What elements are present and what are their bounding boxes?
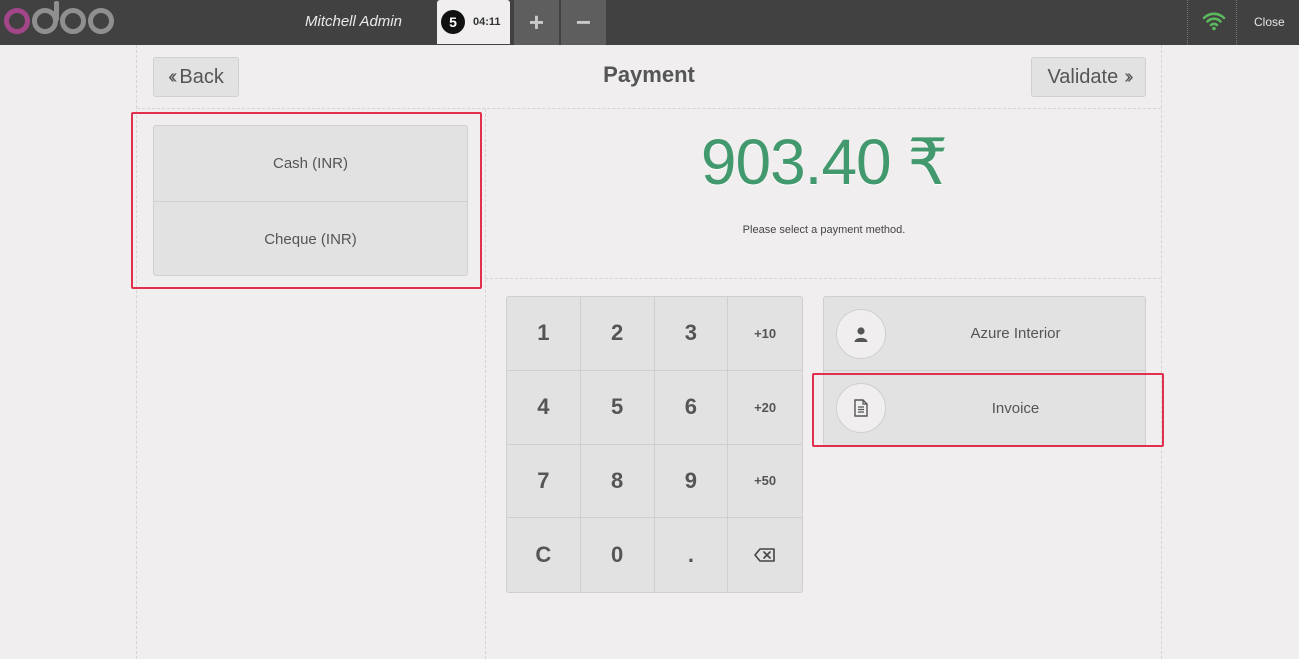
- numpad-key-0[interactable]: 0: [581, 518, 655, 592]
- numpad-key-plus-50[interactable]: +50: [728, 445, 802, 519]
- numpad-key-6[interactable]: 6: [654, 370, 729, 445]
- delete-order-button[interactable]: −: [561, 0, 606, 45]
- validate-button-label: Validate: [1047, 65, 1119, 88]
- order-time: 04:11: [473, 16, 501, 28]
- numpad: 1 2 3 +10 4 5 6 +20 7 8 9 +50 C 0 .: [506, 296, 803, 593]
- numpad-key-7[interactable]: 7: [507, 444, 581, 519]
- status-divider: [1187, 0, 1188, 45]
- order-sequence-badge: 5: [441, 10, 465, 34]
- odoo-logo: [4, 1, 116, 37]
- order-tab[interactable]: 5 04:11: [437, 0, 510, 44]
- user-icon: [836, 309, 886, 359]
- numpad-key-backspace[interactable]: [728, 518, 802, 592]
- close-button[interactable]: Close: [1254, 15, 1285, 29]
- highlight-box: [131, 112, 482, 289]
- numpad-key-plus-10[interactable]: +10: [728, 297, 802, 371]
- customer-name: Azure Interior: [970, 325, 1061, 342]
- double-chevron-right-icon: ››: [1124, 65, 1134, 88]
- numpad-key-clear[interactable]: C: [507, 518, 581, 592]
- numpad-key-1[interactable]: 1: [507, 297, 581, 371]
- total-due-amount: 903.40 ₹: [700, 126, 948, 198]
- status-divider: [1236, 0, 1237, 45]
- numpad-key-plus-20[interactable]: +20: [728, 371, 802, 445]
- highlight-box: [812, 373, 1164, 447]
- numpad-key-9[interactable]: 9: [654, 444, 729, 519]
- customer-button[interactable]: Azure Interior: [823, 296, 1146, 371]
- numpad-key-2[interactable]: 2: [580, 297, 655, 371]
- backspace-icon: [754, 548, 775, 562]
- numpad-key-3[interactable]: 3: [654, 297, 729, 371]
- numpad-key-8[interactable]: 8: [580, 444, 655, 519]
- wifi-icon[interactable]: [1202, 10, 1226, 32]
- cashier-name[interactable]: Mitchell Admin: [305, 13, 402, 30]
- numpad-key-decimal[interactable]: .: [655, 518, 729, 592]
- validate-button[interactable]: Validate ››: [1031, 57, 1146, 97]
- pos-topbar: Mitchell Admin 5 04:11 + − Close: [0, 0, 1299, 45]
- payment-help-text: Please select a payment method.: [742, 224, 906, 236]
- numpad-key-5[interactable]: 5: [580, 370, 655, 445]
- page-title: Payment: [603, 62, 695, 87]
- new-order-button[interactable]: +: [514, 0, 559, 45]
- divider: [485, 278, 1161, 279]
- divider: [137, 108, 1161, 109]
- numpad-key-4[interactable]: 4: [507, 370, 581, 445]
